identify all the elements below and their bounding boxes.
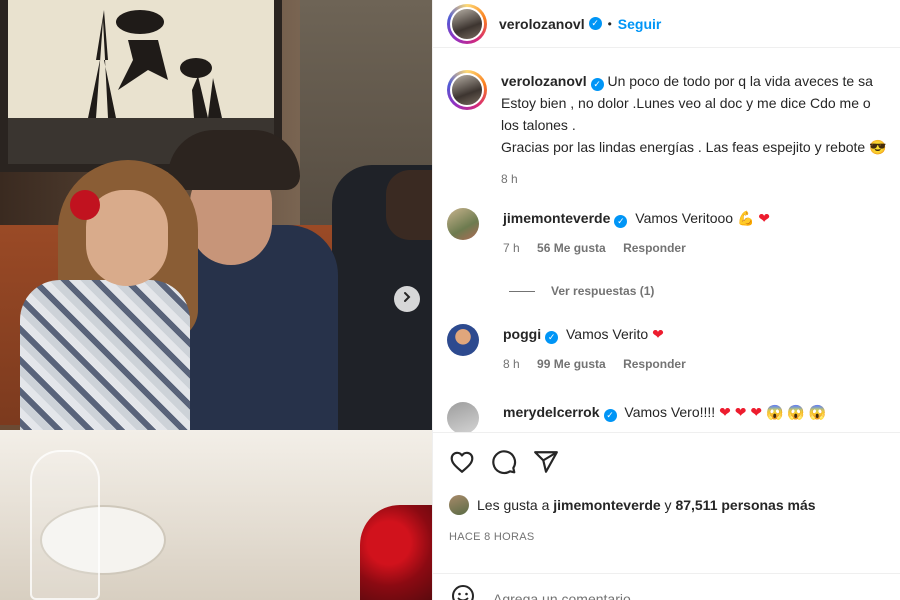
verified-badge-icon: ✓ bbox=[603, 409, 617, 422]
verified-badge-icon: ✓ bbox=[590, 78, 604, 91]
divider-line bbox=[509, 290, 535, 292]
separator-dot: • bbox=[607, 16, 612, 31]
post-actions: Les gusta a jimemonteverde y 87,511 pers… bbox=[433, 432, 900, 600]
comment-likes[interactable]: 56 Me gusta bbox=[537, 241, 606, 255]
screaming-face-emoji-icon: 😱 bbox=[765, 404, 784, 420]
likes-summary: Les gusta a jimemonteverde y 87,511 pers… bbox=[449, 495, 816, 515]
caption-username[interactable]: verolozanovl bbox=[501, 73, 587, 89]
verified-badge-icon: ✓ bbox=[545, 331, 559, 344]
comment-avatar[interactable] bbox=[447, 402, 479, 434]
comment-text: Vamos Veritooo bbox=[635, 210, 734, 226]
caption-line-3: los talones . bbox=[501, 117, 576, 133]
likes-prefix: Les gusta a bbox=[477, 497, 550, 513]
next-photo-button[interactable] bbox=[394, 286, 420, 312]
flexed-biceps-emoji-icon: 💪 bbox=[736, 210, 755, 226]
cowboy-hat bbox=[168, 130, 300, 190]
caption-body: verolozanovl ✓ Un poco de todo por q la v… bbox=[501, 70, 900, 190]
comment-time[interactable]: 8 h bbox=[503, 357, 520, 371]
add-comment-bar bbox=[433, 573, 900, 600]
caption-line-1: Un poco de todo por q la vida aveces te … bbox=[607, 73, 873, 89]
comment-item: jimemonteverde ✓ Vamos Veritooo 💪 ❤ 7 h 5… bbox=[447, 208, 900, 258]
red-roses bbox=[360, 505, 432, 600]
view-replies-label: Ver respuestas (1) bbox=[551, 284, 655, 298]
likes-connector: y bbox=[664, 497, 672, 513]
heart-icon[interactable] bbox=[449, 449, 475, 475]
comment-body: merydelcerrok ✓ Vamos Vero!!!! ❤ ❤ ❤ 😱 😱 … bbox=[503, 402, 826, 434]
comment-time[interactable]: 7 h bbox=[503, 241, 520, 255]
sunglasses-emoji-icon: 😎 bbox=[869, 139, 887, 155]
comment-body: poggi ✓ Vamos Verito ❤ 8 h 99 Me gusta Re… bbox=[503, 324, 700, 374]
person-right-head bbox=[386, 170, 432, 240]
comment-input[interactable] bbox=[493, 590, 873, 600]
post-header: verolozanovl ✓ • Seguir bbox=[433, 0, 900, 48]
share-icon[interactable] bbox=[533, 449, 559, 475]
chevron-right-icon bbox=[401, 290, 413, 308]
comment-text: Vamos Verito bbox=[566, 326, 649, 342]
red-heart-emoji-icon: ❤ bbox=[719, 404, 731, 420]
red-heart-emoji-icon: ❤ bbox=[652, 326, 664, 342]
comment-item: poggi ✓ Vamos Verito ❤ 8 h 99 Me gusta Re… bbox=[447, 324, 900, 374]
comment-icon[interactable] bbox=[491, 449, 517, 475]
reply-button[interactable]: Responder bbox=[623, 241, 686, 255]
comment-avatar[interactable] bbox=[447, 324, 479, 356]
caption-avatar[interactable] bbox=[447, 70, 487, 110]
comment-meta: 7 h 56 Me gusta Responder bbox=[503, 238, 770, 258]
comment-likes[interactable]: 99 Me gusta bbox=[537, 357, 606, 371]
post-caption: verolozanovl ✓ Un poco de todo por q la v… bbox=[447, 70, 900, 190]
likes-count[interactable]: 87,511 personas más bbox=[675, 497, 815, 513]
comment-body: jimemonteverde ✓ Vamos Veritooo 💪 ❤ 7 h 5… bbox=[503, 208, 770, 258]
verified-badge-icon: ✓ bbox=[588, 17, 602, 30]
reply-button[interactable]: Responder bbox=[623, 357, 686, 371]
caption-time[interactable]: 8 h bbox=[501, 172, 518, 186]
red-heart-emoji-icon: ❤ bbox=[758, 210, 771, 226]
liker-username[interactable]: jimemonteverde bbox=[553, 497, 660, 513]
caption-line-2: Estoy bien , no dolor .Lunes veo al doc … bbox=[501, 95, 871, 111]
comment-username[interactable]: jimemonteverde bbox=[503, 210, 610, 226]
comment-username[interactable]: merydelcerrok bbox=[503, 404, 600, 420]
view-replies-button[interactable]: Ver respuestas (1) bbox=[509, 284, 654, 298]
red-heart-emoji-icon: ❤ bbox=[750, 404, 763, 420]
author-avatar[interactable] bbox=[447, 3, 487, 44]
post-photo[interactable] bbox=[0, 0, 432, 600]
comment-meta: 8 h 99 Me gusta Responder bbox=[503, 354, 700, 374]
verified-badge-icon: ✓ bbox=[614, 215, 628, 228]
comment-username[interactable]: poggi bbox=[503, 326, 541, 342]
caption-line-4: Gracias por las lindas energías . Las fe… bbox=[501, 139, 866, 155]
wine-glass bbox=[30, 450, 100, 600]
comment-text: Vamos Vero!!!! bbox=[624, 404, 716, 420]
post-time-ago[interactable]: HACE 8 HORAS bbox=[449, 531, 535, 543]
screaming-face-emoji-icon: 😱 bbox=[787, 404, 805, 420]
screaming-face-emoji-icon: 😱 bbox=[808, 404, 827, 420]
caption-meta: 8 h bbox=[501, 168, 900, 190]
red-flower bbox=[70, 190, 100, 220]
comment-item: merydelcerrok ✓ Vamos Vero!!!! ❤ ❤ ❤ 😱 😱 … bbox=[447, 402, 900, 434]
post-side-panel: verolozanovl ✓ • Seguir verolozanovl ✓ Un… bbox=[432, 0, 900, 600]
liker-avatar[interactable] bbox=[449, 495, 469, 515]
comment-avatar[interactable] bbox=[447, 208, 479, 240]
action-icons bbox=[449, 449, 559, 475]
follow-button[interactable]: Seguir bbox=[618, 16, 662, 32]
author-username[interactable]: verolozanovl bbox=[499, 16, 585, 32]
emoji-icon[interactable] bbox=[451, 584, 475, 600]
red-heart-emoji-icon: ❤ bbox=[734, 404, 747, 420]
